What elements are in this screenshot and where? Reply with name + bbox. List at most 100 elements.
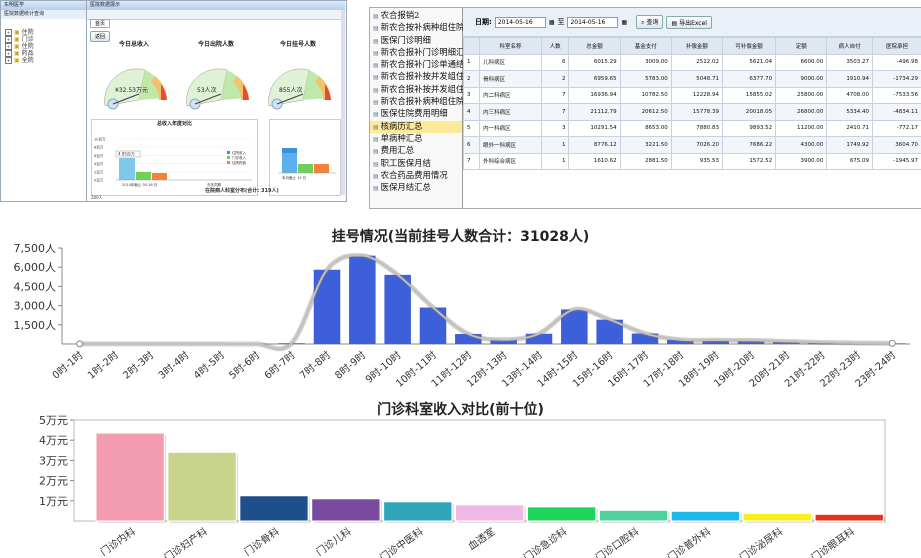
report-menu-item[interactable]: ▤ 单病种汇总 xyxy=(370,133,462,145)
report-menu-item[interactable]: ▤ 新农合报补病种组住院 xyxy=(370,96,465,108)
calendar-icon[interactable]: ▦ xyxy=(621,19,627,26)
report-menu-item[interactable]: ▤ 医保门诊明细 xyxy=(370,35,462,47)
row-number-header xyxy=(462,37,481,55)
table-cell: -1945.97 xyxy=(872,152,921,170)
gauge-value: 855人次 xyxy=(279,86,302,94)
column-header[interactable]: 医院承担 xyxy=(872,37,921,55)
report-menu-item[interactable]: ▤ 费用汇总 xyxy=(370,145,462,157)
table-cell: 16936.94 xyxy=(568,86,621,104)
scrollbar[interactable] xyxy=(341,10,345,195)
table-row[interactable]: 4 内三科病区 7 21112.79 20612.50 15778.39 20018.05 2… xyxy=(462,103,921,121)
folder-icon: ▣ xyxy=(14,29,20,36)
sidebar-title: 东明医学 xyxy=(1,1,86,10)
report-menu-item[interactable]: ▤ 核病历汇总 xyxy=(370,120,462,133)
annual-chart: 总收入年度对比 10百万 8百万 6百万 4百万 2百万 0百万 4.85百万 2014年… xyxy=(91,119,258,196)
table-row[interactable]: 5 内一科病区 3 10291.54 8653.00 7880.83 9893.52 1120… xyxy=(462,119,921,137)
gauge-title: 今日挂号人数 xyxy=(279,41,316,48)
table-row[interactable]: 1 儿科病区 6 6015.29 3009.00 2512.02 5621.04 6600.0… xyxy=(462,53,921,71)
registration-bar[interactable] xyxy=(349,255,376,344)
column-header[interactable]: 定额 xyxy=(775,37,828,55)
table-cell: 儿科病区 xyxy=(479,53,542,71)
annual-bar-drug xyxy=(152,173,167,180)
table-row[interactable]: 3 内二科病区 7 16936.94 10782.50 12228.94 15855.02 2… xyxy=(462,86,921,104)
income-bar[interactable] xyxy=(167,451,237,522)
income-bar[interactable] xyxy=(311,498,381,522)
report-menu-item[interactable]: ▤ 农合报销2 xyxy=(370,10,462,22)
column-header[interactable]: 补偿金额 xyxy=(670,37,723,55)
column-header[interactable]: 科室名称 xyxy=(479,37,542,55)
annual-ytick: 4百万 xyxy=(94,162,104,166)
expand-icon[interactable]: + xyxy=(5,43,12,50)
gauge-value: 53人次 xyxy=(197,86,217,94)
income-bar[interactable] xyxy=(383,501,453,522)
tree-item[interactable]: + ▣ 住院 xyxy=(5,29,82,36)
table-cell: 5783.00 xyxy=(619,70,672,88)
gauge-dial: 855人次 xyxy=(268,68,331,110)
export-button[interactable]: ▤ 导出Excel xyxy=(666,15,712,29)
table-row[interactable]: 6 眼外一科病区 1 8776.12 3221.50 7026.20 7686.22 4300… xyxy=(462,136,921,154)
report-menu-item[interactable]: ▤ 新农合报补按并发组住院 xyxy=(370,71,473,83)
tree-item[interactable]: + ▣ 住院 xyxy=(5,43,82,50)
expand-icon[interactable]: + xyxy=(5,29,12,36)
income-bar[interactable] xyxy=(239,495,309,522)
legend-label: 住院收入 xyxy=(232,150,246,155)
x-tick-label: 4时-5时 xyxy=(191,349,227,382)
report-menu-item[interactable]: ▤ 医保月结汇总 xyxy=(370,182,462,194)
table-row[interactable]: 7 外科综合病区 1 1610.62 2881.50 935.53 1572.52 3900.… xyxy=(462,152,921,170)
report-menu-item[interactable]: ▤ 农合药品费用情况 xyxy=(370,170,462,182)
income-bar[interactable] xyxy=(598,509,669,522)
income-bar[interactable] xyxy=(814,513,884,522)
y-tick-label: 5万元 xyxy=(39,414,68,427)
expand-icon[interactable]: + xyxy=(5,36,12,43)
x-tick-label: 2时-3时 xyxy=(121,349,157,382)
date-to-input[interactable]: 2014-05-16 xyxy=(567,16,619,28)
tree-item[interactable]: + ▣ 全院 xyxy=(5,57,82,64)
table-cell: 26800.00 xyxy=(775,103,828,121)
tree-item[interactable]: + ▣ 药品 xyxy=(5,50,82,57)
table-cell: 8776.12 xyxy=(568,136,621,154)
income-chart: 5万元 4万元 3万元 2万元 1万元门诊内科 门诊妇产科 门诊骨科 门诊儿科 门诊中医科 血透室… xyxy=(39,414,886,558)
y-tick-label: 7,500人 xyxy=(14,244,57,255)
report-menu-item[interactable]: ▤ 新农合按补病种组住院 xyxy=(370,22,464,34)
report-menu-label: 新农合报补门诊单通结 xyxy=(380,59,465,70)
report-menu-item[interactable]: ▤ 新农合报补门诊单通结 xyxy=(370,59,465,71)
calendar-icon[interactable]: ▦ xyxy=(549,19,555,26)
table-row[interactable]: 2 骨科病区 2 6959.65 5783.00 5048.71 6377.70 9000.0… xyxy=(462,70,921,88)
report-menu-item[interactable]: ▤ 职工医保月结 xyxy=(370,158,462,170)
report-menu-label: 新农合报补按并发组住院 xyxy=(380,83,473,94)
income-bar[interactable] xyxy=(670,510,741,522)
income-bar[interactable] xyxy=(95,432,165,522)
column-header[interactable]: 可补偿金额 xyxy=(721,37,777,55)
table-cell: 6015.29 xyxy=(568,53,621,71)
table-cell: 7 xyxy=(540,103,570,121)
income-bar[interactable] xyxy=(455,504,525,522)
registration-bar[interactable] xyxy=(313,269,341,344)
expand-icon[interactable]: + xyxy=(5,50,12,57)
tree-item-label: 住院 xyxy=(21,43,34,50)
report-menu-item[interactable]: ▤ 医保住院费用明细 xyxy=(370,108,462,120)
trend-line-shadow xyxy=(79,252,893,352)
monthly-bar-drug xyxy=(314,164,329,173)
query-button[interactable]: ⌕ 查询 xyxy=(636,15,664,29)
report-menu-item[interactable]: ▤ 新农合报补门诊明细汇总 xyxy=(370,47,473,59)
annual-bar-inpatient xyxy=(119,158,135,180)
date-from-input[interactable]: 2014-05-16 xyxy=(494,16,546,28)
table-cell: 6600.00 xyxy=(775,53,828,71)
report-menu-label: 新农合报补病种组住院 xyxy=(380,96,465,107)
expand-icon[interactable]: + xyxy=(5,57,12,64)
column-header[interactable]: 病人自付 xyxy=(826,37,874,55)
report-menu-item[interactable]: ▤ 新农合报补按并发组住院 xyxy=(370,84,473,96)
column-header[interactable]: 总金额 xyxy=(568,37,621,55)
x-tick-label: 5时-6时 xyxy=(227,349,263,382)
table-cell: 3009.00 xyxy=(619,53,672,71)
registration-chart: 7,500人 6,000人 4,500人 3,000人 1,500人 0时-1时 1时-2时… xyxy=(14,244,910,390)
column-header[interactable]: 基金支付 xyxy=(619,37,672,55)
y-tick-label: 1,500人 xyxy=(14,319,57,332)
x-tick-label: 门诊普外科 xyxy=(665,525,713,558)
table-cell: 6 xyxy=(540,53,570,71)
sidebar-subtitle: 医院数据统计查询 xyxy=(1,10,86,19)
income-bar[interactable] xyxy=(742,512,812,522)
tree-item[interactable]: + ▣ 门诊 xyxy=(5,36,82,43)
column-header[interactable]: 人数 xyxy=(540,37,570,55)
income-bar[interactable] xyxy=(526,506,597,522)
